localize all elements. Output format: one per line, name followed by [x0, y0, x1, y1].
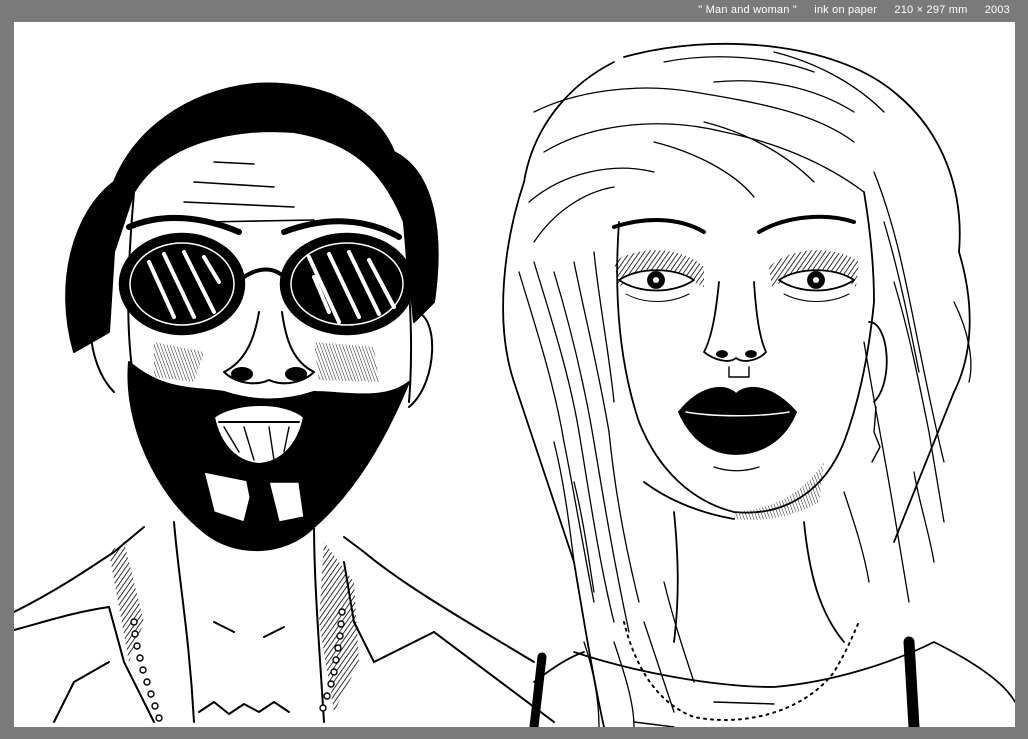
sunglasses	[118, 232, 415, 336]
artwork-canvas	[14, 22, 1015, 727]
woman-portrait	[502, 42, 1015, 727]
artwork-caption: " Man and woman " ink on paper 210 × 297…	[698, 4, 1010, 16]
artwork-title: " Man and woman "	[698, 4, 797, 16]
artwork-size: 210 × 297 mm	[894, 4, 968, 16]
artwork-year: 2003	[984, 4, 1010, 16]
man-portrait	[14, 82, 555, 723]
artwork-medium: ink on paper	[814, 4, 878, 16]
man-necklace	[130, 608, 346, 722]
woman-lips	[678, 386, 797, 455]
woman-eyes	[618, 269, 855, 302]
